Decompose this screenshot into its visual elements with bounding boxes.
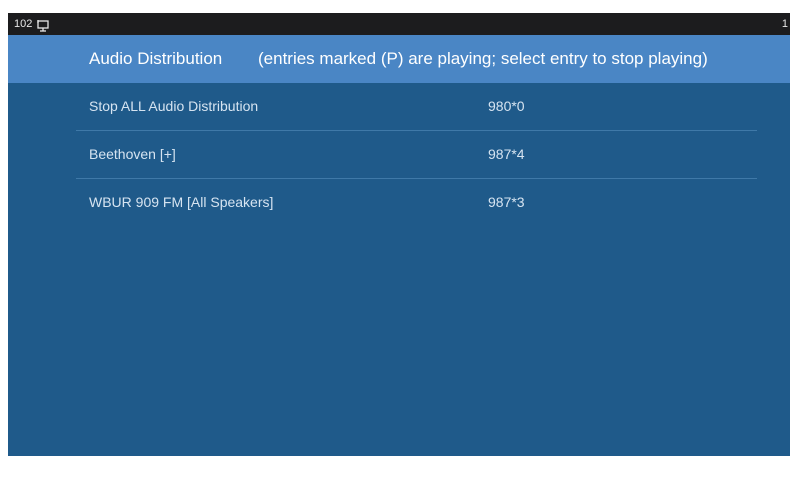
page-title: Audio Distribution bbox=[89, 49, 223, 68]
page-hint: (entries marked (P) are playing; select … bbox=[258, 49, 708, 68]
list-item-wbur[interactable]: WBUR 909 FM [All Speakers] 987*3 bbox=[76, 179, 757, 226]
extension-number: 102 bbox=[14, 18, 33, 30]
status-bar: 102 1 bbox=[8, 13, 790, 35]
distribution-list: Stop ALL Audio Distribution 980*0 Beetho… bbox=[76, 83, 757, 226]
entry-name: WBUR 909 FM [All Speakers] bbox=[89, 194, 274, 210]
entry-code: 987*3 bbox=[488, 194, 525, 210]
phone-screen: 102 1 Audio Distribution (entries marked… bbox=[8, 13, 790, 456]
entry-code: 987*4 bbox=[488, 146, 525, 162]
entry-name: Stop ALL Audio Distribution bbox=[89, 98, 259, 114]
list-item-stop-all[interactable]: Stop ALL Audio Distribution 980*0 bbox=[76, 83, 757, 131]
status-clock: 1 bbox=[781, 18, 788, 30]
title-bar: Audio Distribution (entries marked (P) a… bbox=[8, 35, 790, 83]
entry-code: 980*0 bbox=[488, 98, 525, 114]
phone-screen-icon bbox=[37, 18, 49, 32]
device-frame: 102 1 Audio Distribution (entries marked… bbox=[0, 0, 790, 485]
list-item-beethoven[interactable]: Beethoven [+] 987*4 bbox=[76, 131, 757, 179]
entry-name: Beethoven [+] bbox=[89, 146, 176, 162]
